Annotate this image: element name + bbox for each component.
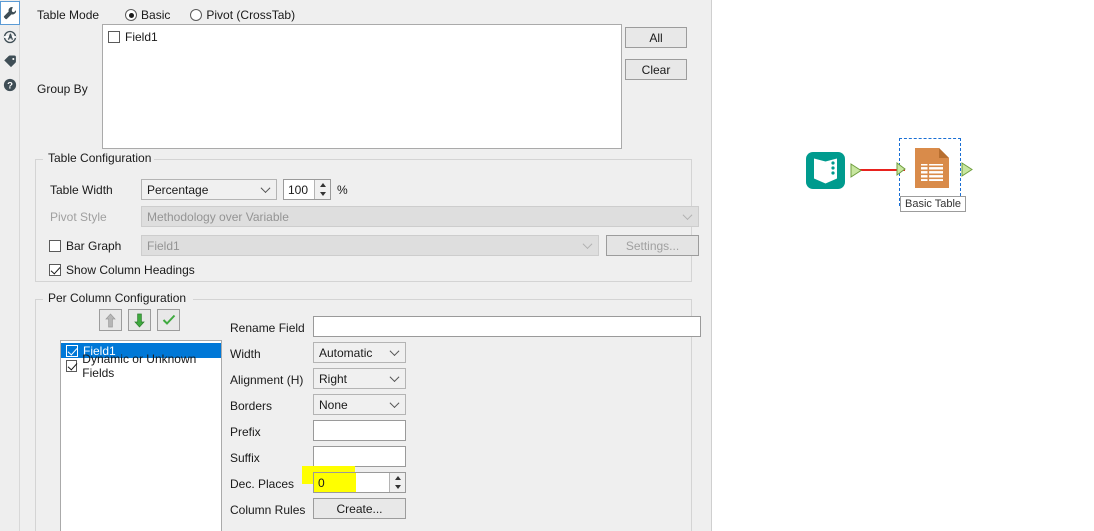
show-column-headings-label: Show Column Headings	[66, 263, 195, 277]
group-by-field-row[interactable]: Field1	[103, 28, 621, 45]
pivot-style-value: Methodology over Variable	[147, 209, 289, 224]
wrench-icon[interactable]	[0, 1, 20, 25]
move-up-button[interactable]	[99, 309, 122, 331]
workflow-canvas[interactable]: Basic Table	[713, 0, 1094, 531]
chevron-down-icon	[389, 371, 400, 382]
borders-label: Borders	[230, 399, 273, 413]
input-anchor[interactable]	[896, 162, 907, 176]
output-anchor[interactable]	[961, 162, 974, 177]
radio-basic[interactable]: Basic	[125, 8, 170, 22]
bar-graph-field-select[interactable]: Field1	[141, 235, 599, 256]
spinner-down-icon[interactable]	[390, 483, 405, 493]
table-width-amount-value: 100	[288, 182, 309, 197]
table-document-icon[interactable]	[913, 146, 951, 190]
chevron-down-icon	[389, 397, 400, 408]
move-down-button[interactable]	[128, 309, 151, 331]
rename-field-label: Rename Field	[230, 321, 305, 335]
alteryx-basic-table-config-window: ? Table Mode Basic Pivot (CrossTab) Grou…	[0, 0, 1094, 531]
alignment-value: Right	[319, 371, 348, 386]
text-input-tool[interactable]	[803, 148, 862, 196]
table-mode-label: Table Mode	[37, 8, 100, 22]
tool-icon-rail: ?	[0, 0, 20, 531]
table-configuration-title: Table Configuration	[45, 151, 155, 165]
table-width-spinner[interactable]	[314, 180, 330, 199]
alignment-select[interactable]: Right	[313, 368, 406, 389]
group-by-field-checkbox[interactable]	[108, 30, 120, 43]
bar-graph-checkbox-row[interactable]: Bar Graph	[49, 239, 121, 253]
dec-places-value: 0	[318, 475, 325, 490]
radio-basic-label: Basic	[141, 8, 171, 22]
alignment-label: Alignment (H)	[230, 373, 304, 387]
per-column-field-list[interactable]: Field1 Dynamic or Unknown Fields	[60, 340, 222, 531]
borders-value: None	[319, 397, 348, 412]
borders-select[interactable]: None	[313, 394, 406, 415]
field-checkbox[interactable]	[66, 344, 78, 357]
per-column-configuration-title: Per Column Configuration	[45, 291, 190, 305]
up-arrow-icon	[105, 312, 116, 327]
bar-graph-field-value: Field1	[147, 238, 180, 253]
svg-text:?: ?	[7, 81, 13, 92]
table-width-unit-label: %	[337, 183, 348, 197]
field-label: Dynamic or Unknown Fields	[82, 351, 197, 380]
width-label: Width	[230, 347, 261, 361]
all-button[interactable]: All	[625, 27, 687, 48]
suffix-label: Suffix	[230, 451, 260, 465]
chevron-down-icon	[582, 238, 593, 249]
suffix-input[interactable]	[313, 446, 406, 467]
bar-graph-settings-button[interactable]: Settings...	[606, 235, 699, 256]
configuration-panel: Table Mode Basic Pivot (CrossTab) Group …	[20, 0, 712, 531]
radio-basic-indicator[interactable]	[125, 9, 138, 21]
table-width-label: Table Width	[50, 183, 113, 197]
book-icon[interactable]	[803, 148, 848, 193]
group-by-label: Group By	[37, 82, 88, 96]
show-column-headings-checkbox[interactable]	[49, 264, 61, 276]
annotation-icon[interactable]	[0, 25, 20, 49]
table-width-select[interactable]: Percentage	[141, 179, 277, 200]
table-mode-row: Table Mode Basic Pivot (CrossTab)	[37, 8, 295, 22]
spinner-up-icon[interactable]	[390, 473, 405, 483]
rename-field-input[interactable]	[313, 316, 701, 337]
group-by-field-label: Field1	[125, 29, 158, 44]
list-item[interactable]: Dynamic or Unknown Fields	[61, 352, 221, 380]
chevron-down-icon	[389, 345, 400, 356]
pivot-style-select[interactable]: Methodology over Variable	[141, 206, 699, 227]
check-icon	[162, 314, 175, 325]
dec-places-input[interactable]: 0	[313, 472, 406, 493]
column-rules-create-button[interactable]: Create...	[313, 498, 406, 519]
field-checkbox[interactable]	[66, 359, 78, 372]
show-column-headings-row[interactable]: Show Column Headings	[49, 263, 195, 277]
radio-pivot-indicator[interactable]	[190, 9, 203, 21]
dec-places-label: Dec. Places	[230, 477, 295, 491]
radio-pivot-label: Pivot (CrossTab)	[206, 8, 296, 22]
dec-places-spinner[interactable]	[389, 473, 405, 492]
spinner-down-icon[interactable]	[315, 190, 330, 200]
help-icon[interactable]: ?	[0, 73, 20, 97]
spinner-up-icon[interactable]	[315, 180, 330, 190]
prefix-input[interactable]	[313, 420, 406, 441]
bar-graph-checkbox[interactable]	[49, 240, 61, 252]
tag-icon[interactable]	[0, 49, 20, 73]
radio-pivot-crosstab[interactable]: Pivot (CrossTab)	[190, 8, 295, 22]
chevron-down-icon	[682, 209, 693, 220]
connection-line	[853, 169, 905, 171]
group-by-listbox[interactable]: Field1	[102, 24, 622, 149]
width-value: Automatic	[319, 345, 373, 360]
bar-graph-label: Bar Graph	[66, 239, 122, 253]
chevron-down-icon	[260, 182, 271, 193]
select-all-button[interactable]	[157, 309, 180, 331]
width-select[interactable]: Automatic	[313, 342, 406, 363]
table-width-amount-input[interactable]: 100	[283, 179, 331, 200]
prefix-label: Prefix	[230, 425, 261, 439]
per-column-configuration-group: Per Column Configuration Field1 Dynamic …	[35, 291, 701, 531]
node-label: Basic Table	[900, 196, 967, 212]
down-arrow-icon	[134, 313, 145, 328]
table-configuration-group: Table Configuration Table Width Percenta…	[35, 151, 699, 282]
column-rules-label: Column Rules	[230, 503, 306, 517]
table-width-value: Percentage	[147, 182, 209, 197]
output-anchor[interactable]	[850, 163, 863, 178]
clear-button[interactable]: Clear	[625, 59, 687, 80]
pivot-style-label: Pivot Style	[50, 210, 107, 224]
